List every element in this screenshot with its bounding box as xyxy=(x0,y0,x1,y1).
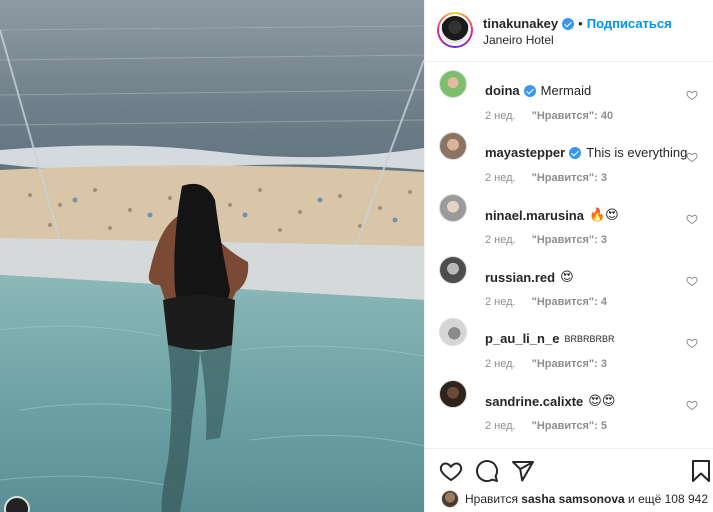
like-comment-heart-icon[interactable] xyxy=(686,337,698,349)
comment-age[interactable]: 2 нед. xyxy=(485,420,516,432)
comment-item: sandrine.calixte 😍😍 2 нед. "Нравится": 5 xyxy=(425,372,713,434)
comment-meta: 2 нед. "Нравится": 3 xyxy=(485,358,607,370)
post-header: tinakunakey • Подписаться Janeiro Hotel xyxy=(425,0,713,62)
comment-likes[interactable]: "Нравится": 3 xyxy=(532,358,607,370)
comment-icon[interactable] xyxy=(475,459,499,483)
comment-line: p_au_li_n_e BRBRBRBR xyxy=(485,331,614,346)
separator-dot: • xyxy=(578,16,583,31)
comment-likes[interactable]: "Нравится": 40 xyxy=(532,110,613,122)
comment-text: Mermaid xyxy=(540,83,592,98)
like-comment-heart-icon[interactable] xyxy=(686,89,698,101)
like-comment-heart-icon[interactable] xyxy=(686,399,698,411)
liker-avatar[interactable] xyxy=(441,490,459,508)
author-username[interactable]: tinakunakey xyxy=(483,16,558,31)
author-avatar[interactable] xyxy=(437,12,473,48)
author-line: tinakunakey • Подписаться xyxy=(483,16,672,31)
likes-prefix: Нравится xyxy=(465,492,518,506)
commenter-username[interactable]: p_au_li_n_e xyxy=(485,331,559,346)
comment-item: ninael.marusina 🔥😍 2 нед. "Нравится": 3 xyxy=(425,186,713,248)
comment-likes[interactable]: "Нравится": 3 xyxy=(532,234,607,246)
like-comment-heart-icon[interactable] xyxy=(686,275,698,287)
comment-line: russian.red 😍 xyxy=(485,269,574,285)
comment-likes[interactable]: "Нравится": 3 xyxy=(532,172,607,184)
bookmark-icon[interactable] xyxy=(689,459,713,483)
commenter-username[interactable]: sandrine.calixte xyxy=(485,394,583,409)
comment-likes[interactable]: "Нравится": 4 xyxy=(532,296,607,308)
share-icon[interactable] xyxy=(511,459,535,483)
post-side-panel: tinakunakey • Подписаться Janeiro Hotel … xyxy=(424,0,713,512)
verified-badge-icon xyxy=(569,146,582,159)
comment-line: sandrine.calixte 😍😍 xyxy=(485,393,615,409)
commenter-avatar[interactable] xyxy=(439,256,467,284)
verified-badge-icon xyxy=(562,17,575,30)
post-photo[interactable] xyxy=(0,0,424,512)
comment-line: mayastepper This is everything xyxy=(485,145,687,160)
comment-meta: 2 нед. "Нравится": 3 xyxy=(485,234,607,246)
commenter-avatar[interactable] xyxy=(439,70,467,98)
comment-text: 🔥😍 xyxy=(588,207,619,222)
like-comment-heart-icon[interactable] xyxy=(686,151,698,163)
comment-item: p_au_li_n_e BRBRBRBR 2 нед. "Нравится": 3 xyxy=(425,310,713,372)
comment-text: 😍 xyxy=(560,269,574,284)
comment-item: russian.red 😍 2 нед. "Нравится": 4 xyxy=(425,248,713,310)
likes-summary-text: Нравится sasha samsonova и ещё 108 942 xyxy=(465,492,708,506)
comment-line: ninael.marusina 🔥😍 xyxy=(485,207,619,223)
comment-line: doina Mermaid xyxy=(485,83,591,98)
comment-text: This is everything xyxy=(586,145,688,160)
comment-likes[interactable]: "Нравится": 5 xyxy=(532,420,607,432)
comment-meta: 2 нед. "Нравится": 4 xyxy=(485,296,607,308)
commenter-avatar[interactable] xyxy=(439,318,467,346)
verified-badge-icon xyxy=(523,84,536,97)
comment-age[interactable]: 2 нед. xyxy=(485,296,516,308)
comment-item: mayastepper This is everything 2 нед. "Нр… xyxy=(425,124,713,186)
comment-age[interactable]: 2 нед. xyxy=(485,110,516,122)
post-location[interactable]: Janeiro Hotel xyxy=(483,33,554,47)
like-comment-heart-icon[interactable] xyxy=(686,213,698,225)
post-actions-bar xyxy=(425,448,713,488)
liker-username[interactable]: sasha samsonova xyxy=(521,492,624,506)
comments-list[interactable]: doina Mermaid 2 нед. "Нравится": 40 mayas… xyxy=(425,62,713,448)
likes-summary: Нравится sasha samsonova и ещё 108 942 xyxy=(425,488,713,512)
commenter-username[interactable]: mayastepper xyxy=(485,145,565,160)
commenter-username[interactable]: doina xyxy=(485,83,520,98)
comment-age[interactable]: 2 нед. xyxy=(485,358,516,370)
comment-meta: 2 нед. "Нравится": 40 xyxy=(485,110,613,122)
commenter-username[interactable]: ninael.marusina xyxy=(485,208,584,223)
comment-meta: 2 нед. "Нравится": 5 xyxy=(485,420,607,432)
pool-ocean-image xyxy=(0,0,424,512)
comment-text: 😍😍 xyxy=(588,393,616,408)
heart-icon[interactable] xyxy=(439,459,463,483)
comment-text: BRBRBRBR xyxy=(564,333,615,344)
commenter-avatar[interactable] xyxy=(439,380,467,408)
comment-meta: 2 нед. "Нравится": 3 xyxy=(485,172,607,184)
likes-count[interactable]: и ещё 108 942 xyxy=(628,492,708,506)
commenter-username[interactable]: russian.red xyxy=(485,270,555,285)
comment-item: doina Mermaid 2 нед. "Нравится": 40 xyxy=(425,62,713,124)
comment-age[interactable]: 2 нед. xyxy=(485,172,516,184)
commenter-avatar[interactable] xyxy=(439,132,467,160)
follow-button[interactable]: Подписаться xyxy=(587,16,672,31)
commenter-avatar[interactable] xyxy=(439,194,467,222)
comment-age[interactable]: 2 нед. xyxy=(485,234,516,246)
